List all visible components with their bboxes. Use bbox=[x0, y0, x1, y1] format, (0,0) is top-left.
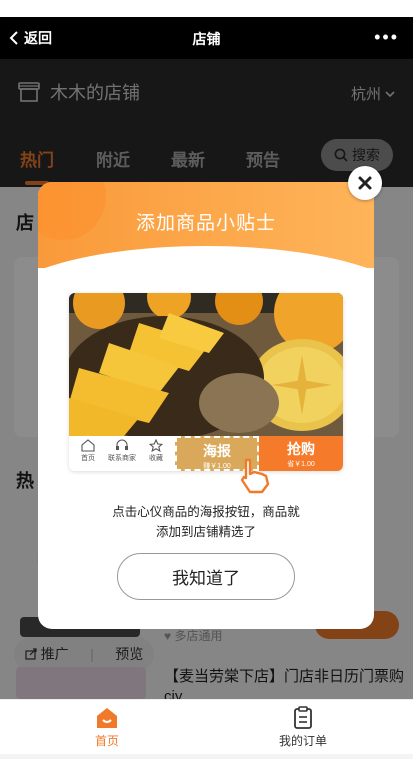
close-icon bbox=[358, 176, 372, 190]
nav-bar: 返回 店铺 ••• bbox=[0, 17, 413, 59]
modal-header: 添加商品小贴士 bbox=[38, 182, 374, 306]
home-icon bbox=[81, 439, 95, 452]
poster-preview: 首页 联系商家 收藏 海报 赚￥1.00 抢购 省￥1.00 bbox=[69, 293, 343, 471]
star-icon bbox=[149, 439, 163, 452]
tips-modal: 添加商品小贴士 首页 联系商家 收藏 海报 赚￥1.00 抢购 省￥1.00 点… bbox=[38, 182, 374, 629]
poster-contact-button: 联系商家 bbox=[105, 439, 139, 463]
bottom-strip bbox=[0, 754, 413, 759]
poster-action-bar: 首页 联系商家 收藏 海报 赚￥1.00 抢购 省￥1.00 bbox=[69, 436, 343, 471]
poster-favorite-label: 收藏 bbox=[149, 455, 163, 462]
tip-line-1: 点击心仪商品的海报按钮，商品就 bbox=[112, 505, 300, 519]
order-icon bbox=[294, 706, 312, 729]
poster-home-label: 首页 bbox=[81, 455, 95, 462]
poster-favorite-button: 收藏 bbox=[139, 439, 173, 463]
home-icon bbox=[97, 708, 117, 728]
tabbar-home[interactable]: 首页 bbox=[57, 706, 157, 749]
got-it-button[interactable]: 我知道了 bbox=[117, 553, 295, 600]
poster-home-button: 首页 bbox=[71, 439, 105, 463]
tabbar-home-label: 首页 bbox=[94, 734, 119, 748]
more-menu-icon[interactable]: ••• bbox=[374, 28, 399, 46]
tip-line-2: 添加到店铺精选了 bbox=[155, 525, 256, 539]
tip-text: 点击心仪商品的海报按钮，商品就 添加到店铺精选了 bbox=[38, 502, 374, 542]
poster-contact-label: 联系商家 bbox=[108, 455, 136, 462]
tabbar-orders-label: 我的订单 bbox=[278, 734, 327, 748]
headset-icon bbox=[116, 439, 128, 450]
persimmon-image bbox=[69, 293, 343, 436]
pointing-hand-icon bbox=[240, 458, 270, 494]
bottom-tab-bar: 首页 我的订单 bbox=[0, 699, 413, 754]
status-strip bbox=[0, 0, 413, 17]
page-title: 店铺 bbox=[192, 31, 221, 47]
tabbar-orders[interactable]: 我的订单 bbox=[253, 706, 353, 749]
close-modal-button[interactable] bbox=[348, 166, 382, 200]
modal-title: 添加商品小贴士 bbox=[135, 213, 276, 234]
